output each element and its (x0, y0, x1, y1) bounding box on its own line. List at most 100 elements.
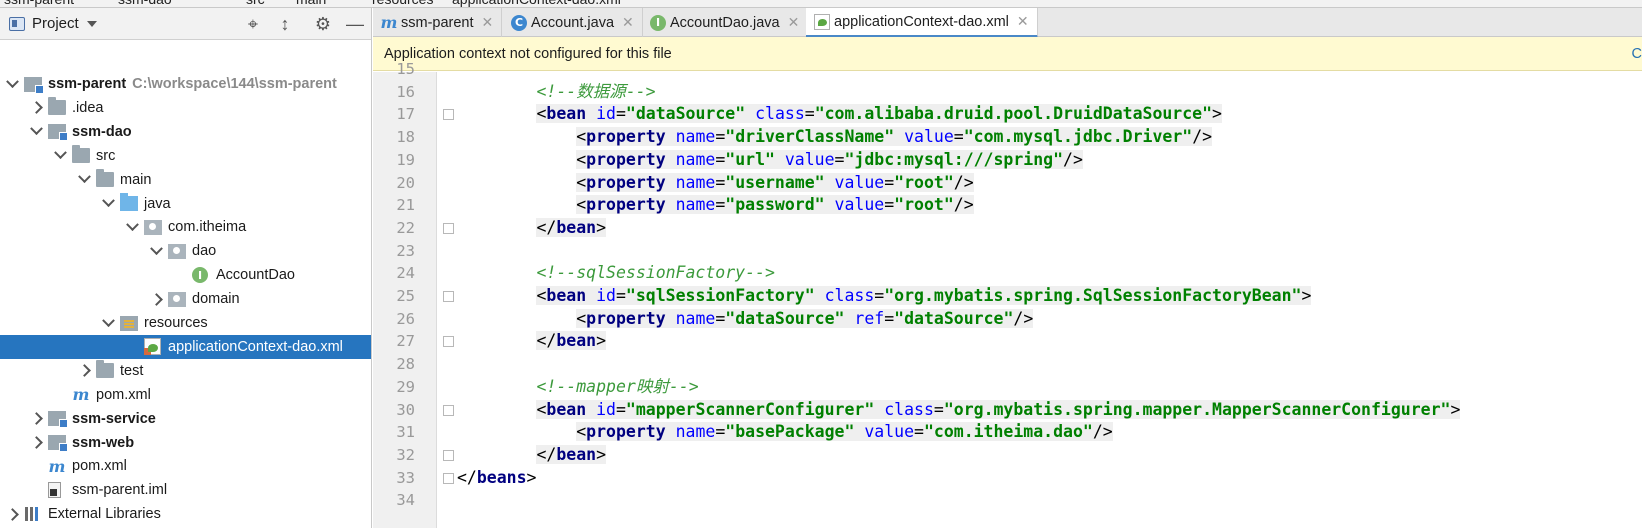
breadcrumb-item[interactable]: applicationContext-dao.xml (452, 0, 621, 7)
breadcrumb-item[interactable]: main (296, 0, 326, 7)
tree-item-name: dao (192, 243, 217, 260)
xml-attribute-value: "username" (725, 172, 825, 192)
xml-attribute-name: value (784, 149, 835, 169)
fold-marker-icon[interactable] (443, 109, 454, 121)
close-icon[interactable]: ✕ (482, 14, 494, 31)
tree-item[interactable]: main (0, 168, 371, 192)
xml-comment: <!--sqlSessionFactory--> (536, 263, 775, 283)
fold-marker-icon[interactable] (443, 291, 454, 302)
tree-item-name: ssm-dao (72, 123, 132, 140)
whitespace (665, 308, 676, 328)
editor-tab[interactable]: C Account.java ✕ (503, 8, 643, 37)
fold-marker-icon[interactable] (443, 449, 454, 461)
breadcrumb-item[interactable]: resources (372, 0, 433, 7)
editor-tab[interactable]: applicationContext-dao.xml ✕ (806, 8, 1038, 38)
tree-item[interactable]: resources (0, 311, 371, 335)
chevron-right-icon[interactable] (149, 292, 163, 306)
tree-item[interactable]: domain (0, 287, 371, 311)
code-text: </beans> (457, 467, 536, 490)
tree-item[interactable]: I AccountDao (0, 263, 371, 287)
whitespace (824, 172, 835, 192)
close-icon[interactable]: ✕ (1017, 13, 1029, 30)
whitespace (844, 308, 855, 328)
fold-marker-icon[interactable] (443, 472, 454, 484)
xml-punctuation: = (715, 422, 726, 442)
chevron-right-icon[interactable] (29, 101, 43, 115)
xml-tag-name: bean (546, 399, 587, 419)
tree-item[interactable]: ssm-parent.iml (0, 478, 371, 502)
tree-item-name: AccountDao (216, 267, 295, 284)
xml-attribute-value: "jdbc:mysql:///spring" (844, 149, 1064, 169)
fold-marker-icon[interactable] (443, 222, 454, 234)
close-icon[interactable]: ✕ (622, 14, 634, 31)
breadcrumb-item[interactable]: src (246, 0, 265, 7)
xml-punctuation: > (1301, 286, 1312, 305)
project-panel-title[interactable]: Project (32, 15, 79, 32)
xml-punctuation: = (615, 399, 626, 419)
breadcrumb-item[interactable]: ssm-parent (4, 0, 74, 7)
code-line: 17 <bean id="dataSource" class="com.alib… (373, 103, 1642, 126)
code-line: 15 (373, 58, 1642, 81)
fold-marker-icon[interactable] (443, 404, 454, 416)
chevron-right-icon[interactable] (29, 412, 43, 426)
close-icon[interactable]: ✕ (788, 14, 800, 31)
chevron-down-icon[interactable] (101, 197, 115, 211)
tree-item[interactable]: ssm-dao (0, 120, 371, 144)
interface-icon: I (650, 14, 666, 31)
editor-tab[interactable]: I AccountDao.java ✕ (642, 8, 809, 37)
chevron-down-icon[interactable] (149, 244, 163, 258)
hide-panel-icon[interactable]: — (344, 13, 366, 35)
breadcrumb-item[interactable]: ssm-dao (118, 0, 172, 7)
resources-folder-icon (120, 315, 138, 331)
tree-item-name: ssm-parent.iml (72, 482, 168, 499)
tree-item[interactable]: ssm-web (0, 431, 371, 455)
view-mode-dropdown-icon[interactable] (86, 20, 97, 27)
tree-item-name: main (120, 171, 152, 188)
code-text: <!--数据源--> (457, 81, 655, 104)
chevron-down-icon[interactable] (125, 220, 139, 234)
spring-xml-icon (814, 13, 830, 30)
tree-item[interactable]: test (0, 359, 371, 383)
tree-item[interactable]: ssm-service (0, 407, 371, 431)
tree-item[interactable]: applicationContext-dao.xml (0, 334, 371, 359)
chevron-right-icon[interactable] (29, 436, 43, 450)
tree-item-label: .idea (72, 100, 103, 116)
locate-file-icon[interactable]: ⌖ (242, 13, 264, 35)
xml-punctuation: = (615, 286, 626, 305)
tree-item[interactable]: java (0, 192, 371, 216)
xml-punctuation: < (576, 308, 587, 328)
code-editor[interactable]: 15 16 <!--数据源--> 17 <bean id="dataSource" … (373, 60, 1642, 528)
xml-tag-name: property (586, 308, 666, 328)
chevron-right-icon[interactable] (5, 507, 19, 521)
tree-item-name: ssm-parent (48, 76, 127, 92)
xml-punctuation: = (933, 399, 944, 419)
gear-icon[interactable]: ⚙ (312, 13, 334, 35)
editor-tab[interactable]: m ssm-parent ✕ (373, 8, 503, 37)
tree-item[interactable]: External Libraries (0, 502, 371, 526)
collapse-all-icon[interactable]: ↕ (274, 13, 296, 35)
xml-tag-name: bean (556, 331, 597, 351)
fold-marker-icon[interactable] (443, 336, 454, 348)
chevron-down-icon[interactable] (77, 173, 91, 187)
code-line: 25 <bean id="sqlSessionFactory" class="o… (373, 285, 1642, 308)
xml-attribute-value: "root" (894, 195, 954, 215)
chevron-down-icon[interactable] (101, 316, 115, 330)
chevron-down-icon[interactable] (29, 125, 43, 139)
tree-item[interactable]: m pom.xml (0, 454, 371, 478)
line-number: 20 (396, 173, 415, 192)
xml-tag-name: bean (556, 444, 597, 464)
chevron-down-icon[interactable] (53, 149, 67, 163)
tree-item[interactable]: src (0, 144, 371, 168)
chevron-down-icon[interactable] (5, 77, 19, 91)
tree-item[interactable]: dao (0, 239, 371, 263)
tree-item[interactable]: com.itheima (0, 215, 371, 239)
tree-item[interactable]: ssm-parent C:\workspace\144\ssm-parent (0, 72, 371, 96)
chevron-right-icon[interactable] (77, 364, 91, 378)
tree-item[interactable]: m pom.xml (0, 383, 371, 407)
editor-tab-label: Account.java (531, 14, 615, 31)
tree-item[interactable]: .idea (0, 96, 371, 120)
xml-attribute-name: value (834, 195, 885, 215)
